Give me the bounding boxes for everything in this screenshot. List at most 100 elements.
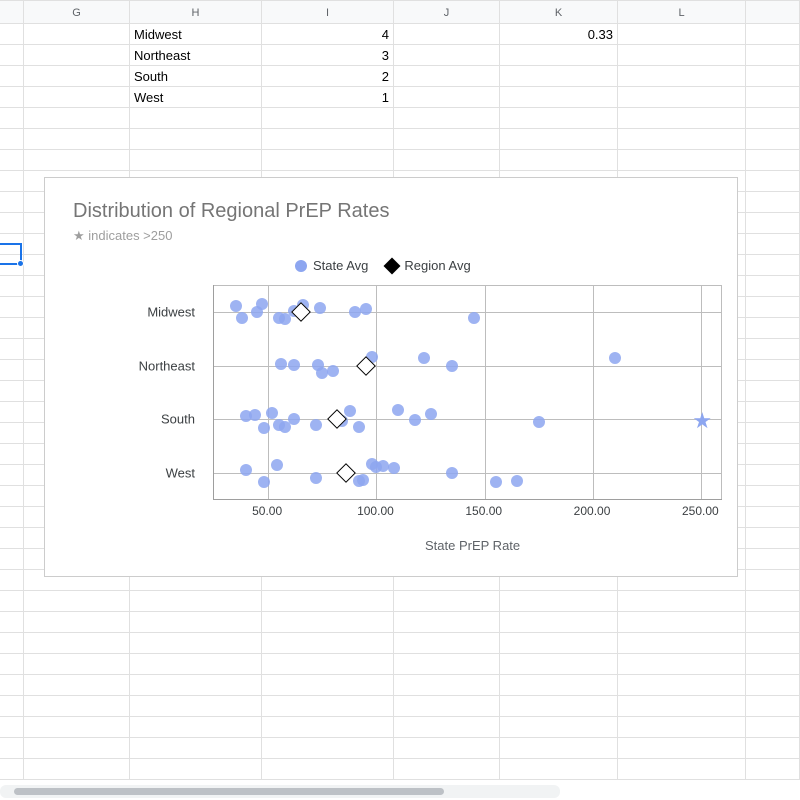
cell[interactable] — [262, 150, 394, 170]
cell[interactable] — [0, 318, 24, 338]
cell[interactable] — [746, 528, 800, 548]
cell[interactable] — [500, 738, 618, 758]
cell[interactable] — [262, 738, 394, 758]
cell[interactable] — [746, 24, 800, 44]
cell[interactable] — [0, 360, 24, 380]
cell[interactable] — [0, 444, 24, 464]
cell[interactable] — [618, 612, 746, 632]
cell[interactable] — [500, 87, 618, 107]
cell[interactable] — [746, 129, 800, 149]
column-header-L[interactable]: L — [618, 0, 746, 23]
cell[interactable] — [394, 633, 500, 653]
cell[interactable]: West — [130, 87, 262, 107]
cell[interactable] — [618, 66, 746, 86]
cell[interactable]: 1 — [262, 87, 394, 107]
cell[interactable] — [24, 654, 130, 674]
cell[interactable] — [0, 633, 24, 653]
cell[interactable] — [24, 66, 130, 86]
cell[interactable] — [746, 234, 800, 254]
cell[interactable] — [746, 738, 800, 758]
cell[interactable] — [746, 591, 800, 611]
cell[interactable] — [618, 696, 746, 716]
cell[interactable] — [746, 213, 800, 233]
cell[interactable] — [130, 633, 262, 653]
cell[interactable] — [618, 738, 746, 758]
cell[interactable] — [500, 591, 618, 611]
cell[interactable] — [0, 24, 24, 44]
cell[interactable] — [394, 612, 500, 632]
cell[interactable] — [130, 654, 262, 674]
column-header-I[interactable]: I — [262, 0, 394, 23]
cell[interactable] — [746, 276, 800, 296]
cell[interactable] — [0, 192, 24, 212]
cell[interactable] — [262, 696, 394, 716]
column-header-blank[interactable] — [0, 0, 24, 23]
cell[interactable]: 0.33 — [500, 24, 618, 44]
cell[interactable] — [262, 129, 394, 149]
cell[interactable] — [0, 381, 24, 401]
cell[interactable] — [130, 759, 262, 779]
cell[interactable]: 4 — [262, 24, 394, 44]
cell[interactable] — [0, 66, 24, 86]
cell[interactable]: 3 — [262, 45, 394, 65]
cell[interactable] — [0, 402, 24, 422]
chart[interactable]: Distribution of Regional PrEP Rates ★ in… — [44, 177, 738, 577]
cell[interactable] — [500, 633, 618, 653]
cell[interactable] — [0, 423, 24, 443]
cell[interactable] — [130, 675, 262, 695]
cell[interactable] — [0, 654, 24, 674]
cell[interactable]: Northeast — [130, 45, 262, 65]
cell[interactable] — [394, 129, 500, 149]
cell[interactable] — [130, 591, 262, 611]
cell[interactable] — [24, 738, 130, 758]
cell[interactable] — [746, 486, 800, 506]
cell[interactable] — [24, 717, 130, 737]
cell[interactable] — [746, 507, 800, 527]
cell[interactable] — [262, 675, 394, 695]
cell[interactable] — [618, 45, 746, 65]
cell[interactable] — [0, 213, 24, 233]
cell[interactable] — [24, 129, 130, 149]
cell[interactable]: 2 — [262, 66, 394, 86]
cell[interactable] — [130, 150, 262, 170]
cell[interactable] — [746, 318, 800, 338]
cell[interactable] — [0, 171, 24, 191]
cell[interactable] — [746, 87, 800, 107]
column-header-G[interactable]: G — [24, 0, 130, 23]
cell[interactable] — [746, 150, 800, 170]
cell[interactable] — [746, 339, 800, 359]
cell[interactable] — [24, 633, 130, 653]
cell[interactable] — [0, 528, 24, 548]
cell[interactable] — [0, 339, 24, 359]
cell[interactable] — [262, 633, 394, 653]
cell[interactable] — [0, 738, 24, 758]
cell[interactable] — [262, 717, 394, 737]
cell[interactable] — [500, 612, 618, 632]
cell[interactable] — [0, 696, 24, 716]
cell[interactable] — [746, 444, 800, 464]
column-header-J[interactable]: J — [394, 0, 500, 23]
cell[interactable] — [0, 255, 24, 275]
cell[interactable] — [262, 612, 394, 632]
cell[interactable] — [0, 234, 24, 254]
cell[interactable] — [746, 171, 800, 191]
cell[interactable] — [746, 654, 800, 674]
cell[interactable] — [746, 675, 800, 695]
cell[interactable] — [500, 675, 618, 695]
cell[interactable] — [0, 612, 24, 632]
cell[interactable] — [746, 45, 800, 65]
cell[interactable]: Midwest — [130, 24, 262, 44]
cell[interactable] — [500, 66, 618, 86]
cell[interactable] — [0, 276, 24, 296]
cell[interactable] — [746, 717, 800, 737]
cell[interactable]: South — [130, 66, 262, 86]
cell[interactable] — [394, 591, 500, 611]
cell[interactable] — [24, 108, 130, 128]
cell[interactable] — [0, 486, 24, 506]
cell[interactable] — [262, 759, 394, 779]
cell[interactable] — [24, 150, 130, 170]
cell[interactable] — [618, 591, 746, 611]
cell[interactable] — [500, 108, 618, 128]
cell[interactable] — [618, 87, 746, 107]
cell[interactable] — [0, 717, 24, 737]
